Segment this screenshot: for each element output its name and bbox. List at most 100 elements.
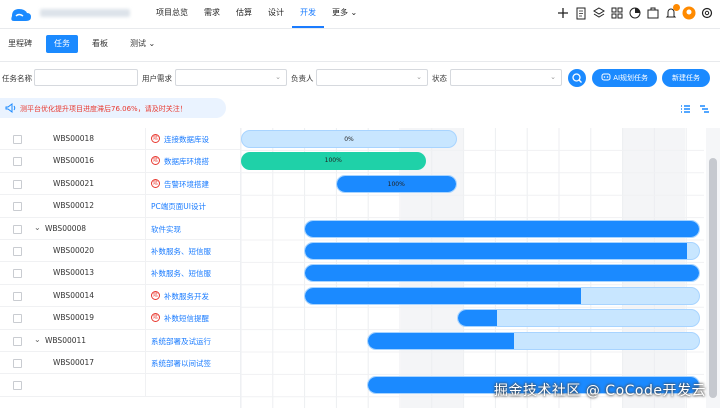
row-checkbox[interactable]: [13, 179, 22, 189]
wbs-code: WBS00013: [53, 268, 95, 278]
main-nav: 项目总览 需求 估算 设计 开发 更多 ⌄: [148, 0, 365, 28]
task-table: WBS00018 延连接数据库设 WBS00016 延数据库环境搭 WBS00021 延告…: [0, 128, 241, 408]
table-row[interactable]: WBS00018 延连接数据库设: [0, 128, 240, 151]
gantt-bar[interactable]: [367, 331, 700, 350]
gantt-bar[interactable]: [457, 309, 700, 328]
nav-item[interactable]: 设计: [260, 0, 292, 28]
row-checkbox[interactable]: [13, 157, 22, 167]
table-row[interactable]: WBS00012 PC端页面UI设计: [0, 195, 240, 218]
table-row[interactable]: WBS00014 延补数服务开发: [0, 284, 240, 308]
task-name-link[interactable]: PC端页面UI设计: [151, 201, 239, 212]
column-divider: [145, 351, 146, 374]
sub-tab[interactable]: 测试 ⌄: [122, 35, 163, 53]
grid-icon[interactable]: [610, 5, 624, 21]
nav-item[interactable]: 项目总览: [148, 0, 196, 28]
new-task-label: 新建任务: [672, 74, 700, 82]
gantt-bar[interactable]: 0%: [241, 130, 457, 148]
project-name-blurred: [40, 9, 130, 17]
gantt-view-icon[interactable]: [699, 104, 710, 114]
status-select[interactable]: ⌄: [450, 69, 562, 86]
row-checkbox[interactable]: [13, 224, 22, 234]
row-checkbox[interactable]: [13, 202, 22, 212]
assignee-select[interactable]: ⌄: [316, 69, 428, 86]
table-row[interactable]: WBS00020 补数服务、短信服: [0, 239, 240, 263]
row-checkbox[interactable]: [13, 135, 22, 144]
delay-notice-text: 测平台优化提升项目进度滞后76.06%，请及时关注！: [20, 105, 187, 113]
row-checkbox[interactable]: [13, 269, 22, 279]
wbs-code: WBS00020: [53, 245, 95, 255]
nav-item[interactable]: 更多 ⌄: [324, 0, 365, 28]
table-row[interactable]: WBS00013 补数服务、短信服: [0, 262, 240, 285]
delay-badge: 延: [151, 313, 160, 323]
task-name-link[interactable]: 补数短信提醒: [164, 313, 240, 324]
row-checkbox[interactable]: [13, 246, 22, 256]
gantt-bar-progress: [305, 220, 699, 237]
search-button[interactable]: [568, 69, 586, 87]
nav-item[interactable]: 需求: [196, 0, 228, 28]
table-row[interactable]: WBS00021 延告警环境搭建: [0, 172, 240, 196]
task-name-link[interactable]: 系统部署以间试签: [151, 358, 239, 369]
task-name-link[interactable]: 数据库环境搭: [164, 156, 240, 167]
pie-chart-icon[interactable]: [628, 5, 642, 21]
row-checkbox[interactable]: [13, 381, 22, 391]
task-name-link[interactable]: 补数服务、短信服: [151, 268, 239, 279]
expand-chevron-icon[interactable]: ⌄: [34, 223, 41, 232]
toolbox-icon[interactable]: [646, 5, 660, 21]
search-icon: [572, 73, 582, 83]
app-logo-icon[interactable]: [8, 6, 32, 22]
task-name-link[interactable]: 连接数据库设: [164, 134, 240, 145]
task-name-link[interactable]: 告警环境搭建: [164, 179, 240, 190]
table-row[interactable]: WBS00019 延补数短信提醒: [0, 307, 240, 330]
table-row[interactable]: WBS00017 系统部署以间试签: [0, 351, 240, 375]
chevron-down-icon: ⌄: [275, 73, 281, 81]
layers-icon[interactable]: [592, 5, 606, 21]
gantt-bar[interactable]: 100%: [335, 174, 457, 193]
sub-tab[interactable]: 里程碑: [0, 35, 40, 53]
watermark: 掘金技术社区 @ CoCode开发云: [493, 383, 706, 399]
settings-icon[interactable]: [700, 5, 714, 21]
row-checkbox[interactable]: [13, 291, 22, 301]
delay-notice-banner: 测平台优化提升项目进度滞后76.06%，请及时关注！: [0, 98, 226, 118]
delay-badge: 延: [151, 156, 160, 166]
new-task-button[interactable]: 新建任务: [662, 69, 710, 87]
user-story-select[interactable]: ⌄: [175, 69, 287, 86]
gantt-bar-label: 100%: [387, 180, 405, 188]
gantt-bar[interactable]: [304, 242, 700, 260]
column-divider: [145, 284, 146, 307]
sub-tab[interactable]: 看板: [84, 35, 116, 53]
task-name-input[interactable]: [34, 69, 138, 86]
task-name-link[interactable]: 软件实现: [151, 224, 239, 235]
list-view-icon[interactable]: [680, 104, 691, 114]
gantt-bar[interactable]: [304, 286, 700, 305]
nav-item[interactable]: 估算: [228, 0, 260, 28]
scrollbar-thumb[interactable]: [709, 158, 717, 398]
bell-icon[interactable]: [664, 4, 680, 21]
gantt-bar[interactable]: [304, 219, 700, 238]
task-name-link[interactable]: 补数服务、短信服: [151, 246, 239, 257]
avatar[interactable]: [682, 5, 696, 21]
table-row[interactable]: [0, 374, 240, 397]
task-name-link[interactable]: 系统部署及试运行: [151, 336, 239, 347]
table-row[interactable]: ⌄ WBS00008 软件实现: [0, 217, 240, 240]
view-switcher: [680, 104, 710, 114]
sub-tab[interactable]: 任务: [46, 35, 78, 53]
plus-icon[interactable]: [556, 5, 570, 21]
row-checkbox[interactable]: [13, 358, 22, 368]
expand-chevron-icon[interactable]: ⌄: [34, 335, 41, 344]
column-divider: [145, 172, 146, 195]
table-row[interactable]: WBS00016 延数据库环境搭: [0, 150, 240, 173]
task-name-link[interactable]: 补数服务开发: [164, 291, 240, 302]
gantt-bar-label: 0%: [344, 136, 354, 143]
task-name-label: 任务名称: [2, 74, 32, 83]
row-checkbox[interactable]: [13, 336, 22, 346]
row-checkbox[interactable]: [13, 314, 22, 324]
column-divider: [145, 150, 146, 173]
document-icon[interactable]: [574, 5, 588, 21]
ai-plan-task-button[interactable]: AI规划任务: [592, 69, 657, 87]
gantt-bar-progress: [458, 310, 497, 327]
table-row[interactable]: ⌄ WBS00011 系统部署及试运行: [0, 329, 240, 352]
vertical-scrollbar[interactable]: [706, 128, 720, 408]
gantt-bar[interactable]: [304, 264, 700, 283]
gantt-bar[interactable]: 100%: [241, 152, 426, 171]
nav-item[interactable]: 开发: [292, 0, 324, 28]
